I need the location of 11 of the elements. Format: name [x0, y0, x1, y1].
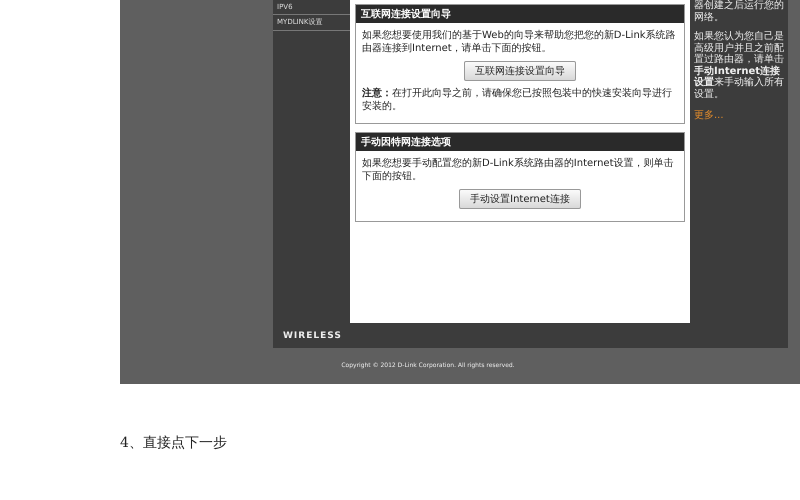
more-link[interactable]: 更多...	[694, 108, 724, 122]
step-caption: 4、直接点下一步	[120, 434, 228, 452]
note-text: 注意：在打开此向导之前，请确保您已按照包装中的快速安装向导进行安装的。	[362, 87, 673, 113]
help-text: 如果您认为您自己是高级用户并且之前配置过路由器，请单击手动Internet连接设置来手动输入所有设置。	[694, 31, 784, 100]
section-title: 手动因特网连接选项	[356, 133, 684, 151]
section-text: 如果您想要手动配置您的新D-Link系统路由器的Internet设置，则单击下面的按钮。	[362, 157, 674, 183]
section-text: 如果您想要使用我们的基于Web的向导来帮助您把您的新D-Link系统路由器连接到Internet，请单击下面的按钮。	[362, 29, 677, 55]
wireless-logo: WIRELESS	[283, 330, 342, 340]
section-title: 互联网连接设置向导	[356, 5, 684, 23]
wizard-button[interactable]: 手动设置Internet连接	[459, 189, 581, 209]
wizard-button[interactable]: 互联网连接设置向导	[464, 61, 576, 81]
